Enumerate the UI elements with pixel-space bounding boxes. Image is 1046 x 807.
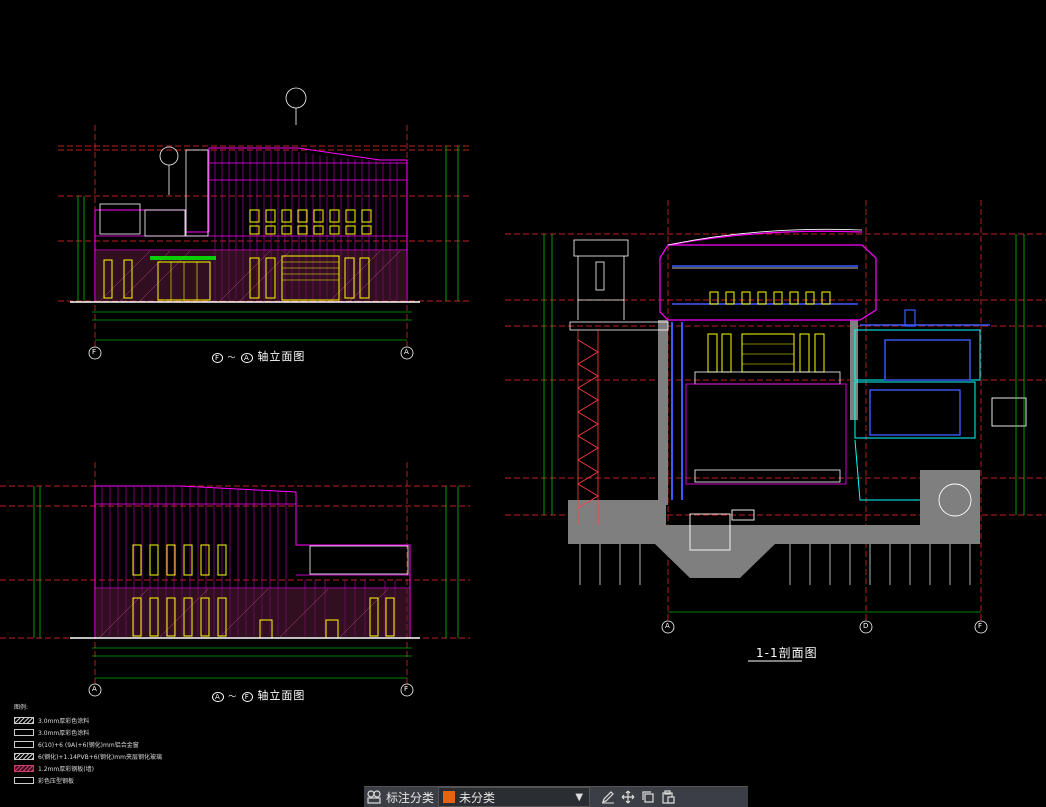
- elevation-1-grid-left: F: [92, 348, 97, 356]
- legend-item-text: 3.0mm厚彩色涂料: [38, 729, 90, 737]
- copy-icon[interactable]: [638, 787, 658, 807]
- legend-swatch-red: [14, 764, 34, 772]
- legend-swatch-hatch: [14, 716, 34, 724]
- legend-item-text: 3.0mm厚彩色涂料: [38, 717, 90, 725]
- legend-swatch-plain: [14, 728, 34, 736]
- edit-icon[interactable]: [598, 787, 618, 807]
- legend-item: 1.2mm厚彩钢板(墙): [14, 762, 162, 774]
- elevation-1-axis-to: A: [241, 353, 253, 363]
- legend-swatch-plain: [14, 740, 34, 748]
- elevation-1-title-text: 轴立面图: [257, 350, 306, 363]
- elevation-2-title: A ～ F 轴立面图: [212, 687, 305, 703]
- cad-drawing-canvas[interactable]: [0, 0, 1046, 806]
- elevation-2-axis-to: F: [241, 692, 253, 702]
- elevation-2-grid-left: A: [92, 685, 97, 693]
- legend-item-text: 1.2mm厚彩钢板(墙): [38, 765, 94, 773]
- classification-dropdown[interactable]: 未分类 ▼: [438, 787, 591, 807]
- legend-item-text: 彩色压型钢板: [38, 777, 75, 785]
- section-title: 1-1剖面图: [756, 646, 818, 660]
- legend-swatch-hatch: [14, 752, 34, 760]
- elevation-1-title: F ～ A 轴立面图: [212, 348, 305, 364]
- drawing-legend: 图例: 3.0mm厚彩色涂料 3.0mm厚彩色涂料 6(10)+6 (9A)+6…: [14, 702, 162, 786]
- legend-item: 3.0mm厚彩色涂料: [14, 714, 162, 726]
- move-icon[interactable]: [618, 787, 638, 807]
- legend-item: 彩色压型钢板: [14, 774, 162, 786]
- section-grid-f: F: [978, 622, 983, 630]
- paste-icon[interactable]: [658, 787, 678, 807]
- classification-label: 标注分类: [386, 790, 435, 805]
- legend-heading: 图例:: [14, 704, 29, 711]
- category-color-swatch: [443, 791, 456, 803]
- elevation-1-axis-from: F: [212, 353, 224, 363]
- chevron-down-icon: ▼: [575, 791, 584, 803]
- legend-swatch-plain: [14, 776, 34, 784]
- annotation-toolbar: 标注分类 未分类 ▼: [364, 786, 748, 807]
- classify-icon[interactable]: [364, 787, 384, 807]
- elevation-1-grid-right: A: [404, 348, 409, 356]
- legend-item-text: 6(10)+6 (9A)+6(钢化)mm铝合金窗: [38, 741, 139, 749]
- elevation-2-title-text: 轴立面图: [257, 689, 306, 702]
- section-grid-d: D: [863, 622, 869, 630]
- elevation-2-axis-from: A: [212, 692, 224, 702]
- legend-item: 6(钢化)+1.14PVB+6(钢化)mm夹层钢化玻璃: [14, 750, 162, 762]
- classification-selected: 未分类: [459, 790, 496, 805]
- legend-item: 3.0mm厚彩色涂料: [14, 726, 162, 738]
- legend-item: 6(10)+6 (9A)+6(钢化)mm铝合金窗: [14, 738, 162, 750]
- legend-item-text: 6(钢化)+1.14PVB+6(钢化)mm夹层钢化玻璃: [38, 753, 162, 761]
- elevation-2-grid-right: F: [404, 685, 409, 693]
- section-grid-a: A: [665, 622, 670, 630]
